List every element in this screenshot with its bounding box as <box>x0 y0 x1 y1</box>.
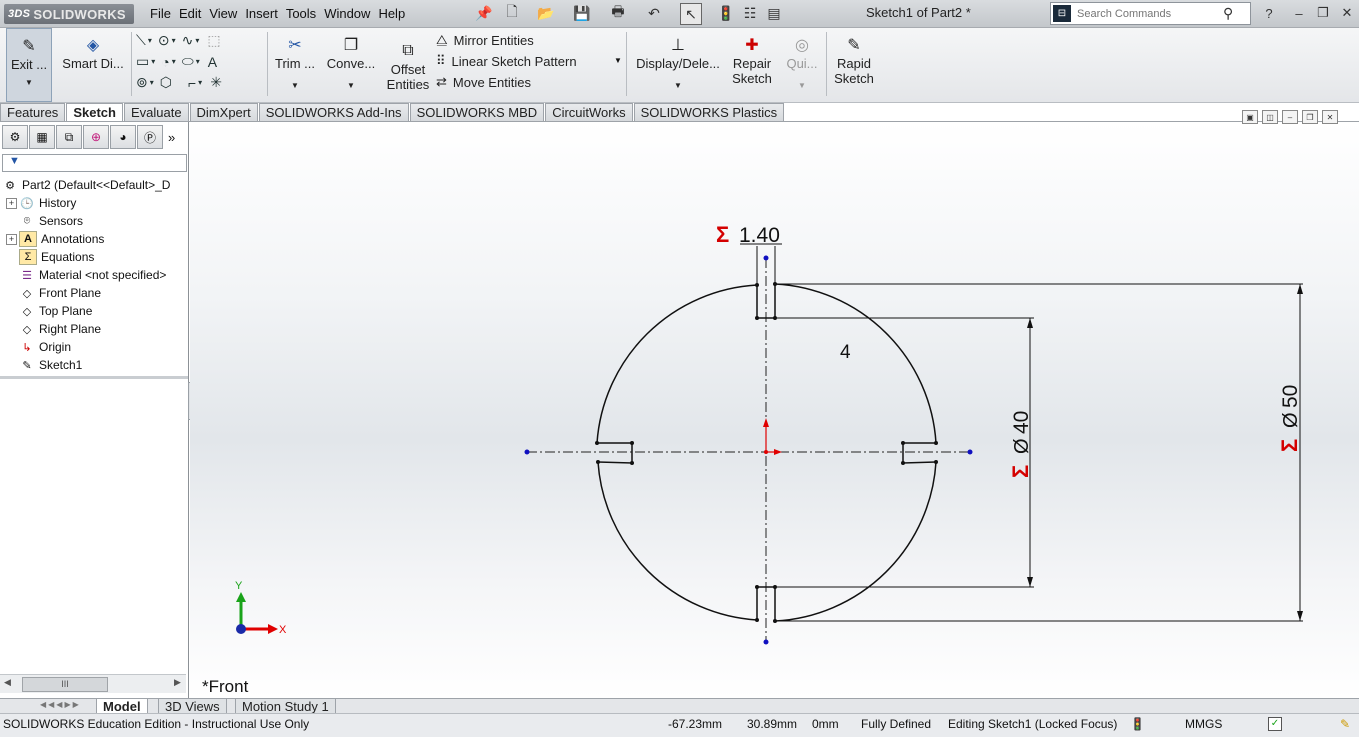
status-y-coordinate: 30.89mm <box>747 717 798 731</box>
status-bar: SOLIDWORKS Education Edition - Instructi… <box>0 713 1359 737</box>
arrowhead <box>1297 284 1303 294</box>
sketch-point[interactable] <box>755 316 759 320</box>
dim-inner-diameter[interactable]: 40 <box>1010 411 1033 434</box>
status-sketch-state: Fully Defined <box>861 717 932 731</box>
sketch-origin[interactable] <box>763 418 782 455</box>
sketch-point[interactable] <box>901 441 905 445</box>
axis-x-label: X <box>279 624 287 636</box>
sketch-point[interactable] <box>595 441 599 445</box>
centerline-endpoint[interactable] <box>967 449 973 455</box>
centerline-endpoints[interactable] <box>524 255 973 645</box>
driving-dim-symbol: Σ <box>1008 465 1033 478</box>
arrowhead <box>1297 611 1303 621</box>
sketch-point[interactable] <box>755 585 759 589</box>
driving-dim-symbol: Σ <box>716 222 729 247</box>
sketch-point[interactable] <box>901 461 905 465</box>
diameter-symbol: Ø <box>1011 438 1033 454</box>
view-triad: Y X <box>235 580 287 636</box>
tab-scroll-icons[interactable]: ◀◀◀▶▶ <box>40 700 81 709</box>
sketch-point[interactable] <box>934 441 938 445</box>
bottom-tabs: ◀◀◀▶▶ Model 3D Views Motion Study 1 <box>0 698 1359 714</box>
sketch-point[interactable] <box>596 460 600 464</box>
tab-model[interactable]: Model <box>96 699 148 714</box>
arc-bottom-left[interactable] <box>597 461 758 621</box>
axis-y-label: Y <box>235 580 243 592</box>
centerline-endpoint[interactable] <box>763 255 769 261</box>
sketch-point[interactable] <box>773 585 777 589</box>
sketch-point[interactable] <box>773 316 777 320</box>
dim-slot-width[interactable]: 1.40 <box>739 224 780 247</box>
sketch-point[interactable] <box>630 461 634 465</box>
status-units[interactable]: MMGS <box>1185 717 1222 731</box>
arc-top-right[interactable] <box>774 283 937 444</box>
arc-top-left[interactable] <box>596 284 758 444</box>
driving-dim-symbol: Σ <box>1277 439 1302 452</box>
sketch-point[interactable] <box>773 282 777 286</box>
slot-left[interactable] <box>597 442 633 464</box>
dim-inner-diameter-group[interactable]: Σ Ø 40 <box>1008 411 1033 478</box>
dim-outer-diameter-group[interactable]: Σ Ø 50 <box>1277 385 1302 452</box>
status-edition: SOLIDWORKS Education Edition - Instructi… <box>3 717 310 731</box>
sketch-point[interactable] <box>755 283 759 287</box>
rebuild-status-icon[interactable]: 🚦 <box>1130 717 1145 731</box>
pattern-count[interactable]: 4 <box>840 342 851 363</box>
arrowhead <box>1027 577 1033 587</box>
diameter-symbol: Ø <box>1280 412 1302 428</box>
dimension-arrows <box>1027 284 1303 621</box>
sketch-canvas: Σ 1.40 4 Σ Ø 40 Σ Ø 50 Y X <box>235 222 1303 645</box>
sketch-point[interactable] <box>630 441 634 445</box>
sketch-point[interactable] <box>773 619 777 623</box>
notification-icon[interactable]: ✎ <box>1340 717 1350 731</box>
sketch-point[interactable] <box>755 618 759 622</box>
centerline-endpoint[interactable] <box>524 449 530 455</box>
tab-3d-views[interactable]: 3D Views <box>158 699 227 714</box>
arc-bottom-right[interactable] <box>774 461 937 622</box>
arrowhead <box>1027 318 1033 328</box>
status-editing: Editing Sketch1 (Locked Focus) <box>948 717 1118 731</box>
slot-right[interactable] <box>902 442 937 464</box>
centerline-endpoint[interactable] <box>763 639 769 645</box>
status-z-coordinate: 0mm <box>812 717 839 731</box>
tab-motion-study[interactable]: Motion Study 1 <box>235 699 336 714</box>
dim-outer-diameter[interactable]: 50 <box>1279 385 1302 408</box>
sketch-point[interactable] <box>934 460 938 464</box>
tool-tip-checkbox-icon[interactable]: ✓ <box>1268 717 1282 731</box>
status-x-coordinate: -67.23mm <box>668 717 723 731</box>
view-name: *Front <box>202 677 249 696</box>
